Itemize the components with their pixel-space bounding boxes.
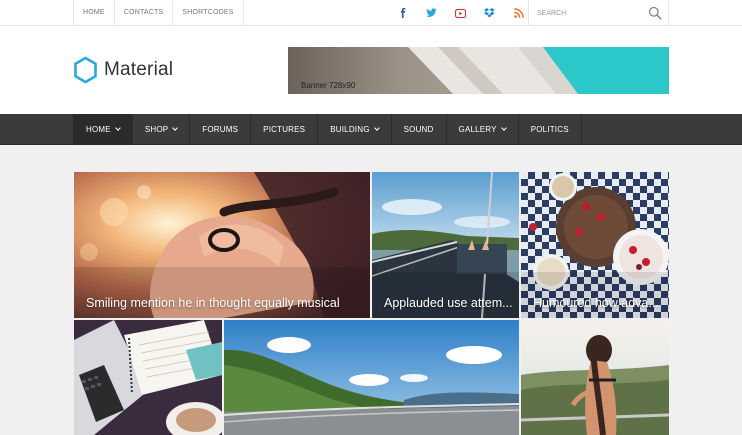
nav-label: SHOP <box>144 125 169 134</box>
youtube-icon[interactable] <box>446 0 475 26</box>
hexagon-logo-icon <box>74 56 97 84</box>
nav-label: GALLERY <box>458 125 497 134</box>
post-card[interactable]: Humoured how adva... <box>521 172 669 318</box>
nav-item-pictures[interactable]: PICTURES <box>251 114 319 145</box>
nav-item-sound[interactable]: SOUND <box>392 114 447 145</box>
nav-item-gallery[interactable]: GALLERY <box>447 114 519 145</box>
facebook-icon[interactable] <box>388 0 417 26</box>
post-card[interactable]: Smiling mention he in thought equally mu… <box>74 172 370 318</box>
chevron-down-icon <box>114 125 121 131</box>
post-title[interactable]: Smiling mention he in thought equally mu… <box>86 296 340 310</box>
main-nav: HOME SHOP FORUMS PICTURES BUILDING SOUND… <box>0 114 742 145</box>
chevron-down-icon <box>172 125 179 131</box>
post-title[interactable]: Humoured how adva... <box>533 296 659 310</box>
chevron-down-icon <box>500 125 507 131</box>
site-header: Material Banner 728x90 <box>0 26 742 114</box>
nav-label: BUILDING <box>330 125 370 134</box>
post-title[interactable]: Applauded use attem... <box>384 296 513 310</box>
top-link-contacts[interactable]: CONTACTS <box>115 0 174 26</box>
site-logo[interactable]: Material <box>73 56 173 84</box>
post-card[interactable] <box>224 320 519 435</box>
nav-item-politics[interactable]: POLITICS <box>519 114 582 145</box>
nav-item-shop[interactable]: SHOP <box>133 114 191 145</box>
ad-banner[interactable]: Banner 728x90 <box>288 47 669 94</box>
logo-text: Material <box>104 59 174 80</box>
post-card[interactable]: Applauded use attem... <box>372 172 519 318</box>
banner-label: Banner 728x90 <box>301 81 356 90</box>
nav-label: FORUMS <box>202 125 239 134</box>
post-card[interactable] <box>521 320 669 435</box>
nav-label: HOME <box>86 125 111 134</box>
nav-item-building[interactable]: BUILDING <box>318 114 392 145</box>
nav-item-forums[interactable]: FORUMS <box>190 114 252 145</box>
twitter-icon[interactable] <box>417 0 446 26</box>
top-link-shortcodes[interactable]: SHORTCODES <box>173 0 244 26</box>
post-image <box>224 320 519 435</box>
post-card[interactable] <box>74 320 222 435</box>
nav-label: SOUND <box>403 125 434 134</box>
search-box <box>528 0 669 26</box>
search-icon[interactable] <box>648 6 662 20</box>
search-input[interactable] <box>537 6 642 20</box>
top-link-home[interactable]: HOME <box>74 0 115 26</box>
social-links <box>388 0 533 26</box>
top-links: HOME CONTACTS SHORTCODES <box>73 0 244 26</box>
nav-item-home[interactable]: HOME <box>74 114 133 145</box>
post-image <box>521 320 669 435</box>
nav-label: POLITICS <box>530 125 569 134</box>
chevron-down-icon <box>373 125 380 131</box>
post-image <box>74 320 222 435</box>
nav-label: PICTURES <box>263 125 306 134</box>
top-bar: HOME CONTACTS SHORTCODES <box>0 0 742 26</box>
dropbox-icon[interactable] <box>475 0 504 26</box>
